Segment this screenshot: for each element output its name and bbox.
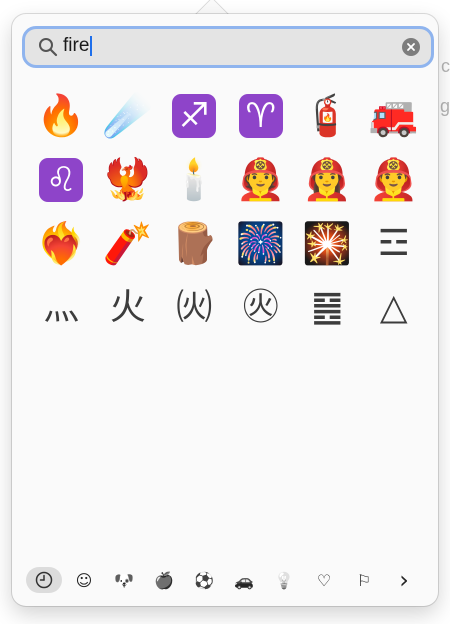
alchemical-fire[interactable]: △ bbox=[361, 276, 428, 340]
fire-emoji[interactable]: 🔥 bbox=[28, 84, 95, 148]
hexagram-fire[interactable]: ䷝ bbox=[294, 276, 361, 340]
dog-icon: 🐶 bbox=[114, 570, 134, 590]
ball-icon: ⚽ bbox=[194, 570, 214, 590]
background-text-g: g bbox=[439, 96, 450, 116]
sagittarius-emoji[interactable]: ♐ bbox=[161, 84, 228, 148]
category-toolbar: ☺ 🐶 🍎 ⚽ 🚗 💡 ♡ ⚐ › bbox=[24, 566, 424, 594]
cjk-fire-glyph: 火 bbox=[109, 287, 146, 328]
wood-emoji[interactable]: 🪵 bbox=[161, 212, 228, 276]
fireworks-emoji-glyph: 🎆 bbox=[235, 221, 286, 267]
results-grid: 🔥 ☄️ ♐ ♈ 🧯 🚒 ♌ 🐦‍🔥 🕯️ 🧑‍🚒 👩‍🚒 👨‍🚒 ❤️‍🔥 🧨 🪵 🎆 🎇 ☲ 灬火㈫㊋䷝ △ bbox=[28, 84, 428, 340]
woman-firefighter-emoji-glyph: 👩‍🚒 bbox=[302, 157, 353, 203]
more-categories-button[interactable]: › bbox=[386, 566, 422, 594]
flag-icon: ⚐ bbox=[356, 570, 372, 590]
alchemical-fire-glyph: △ bbox=[379, 287, 408, 328]
lightbulb-icon: 💡 bbox=[274, 570, 294, 590]
comet-emoji[interactable]: ☄️ bbox=[95, 84, 162, 148]
kangxi-radical-fire[interactable]: 灬 bbox=[28, 276, 95, 340]
sparkler-emoji[interactable]: 🎇 bbox=[294, 212, 361, 276]
firecracker-emoji[interactable]: 🧨 bbox=[95, 212, 162, 276]
parenthesized-fire[interactable]: ㈫ bbox=[161, 276, 228, 340]
man-firefighter-emoji-glyph: 👨‍🚒 bbox=[368, 157, 419, 203]
apple-icon: 🍎 bbox=[154, 570, 174, 590]
fireworks-emoji[interactable]: 🎆 bbox=[228, 212, 295, 276]
cjk-fire[interactable]: 火 bbox=[95, 276, 162, 340]
circled-fire-glyph: ㊋ bbox=[242, 287, 279, 328]
text-caret bbox=[90, 36, 93, 56]
heart-on-fire-emoji[interactable]: ❤️‍🔥 bbox=[28, 212, 95, 276]
hexagram-fire-glyph: ䷝ bbox=[311, 287, 344, 328]
travel-category-tab[interactable]: 🚗 bbox=[226, 567, 262, 593]
sparkler-emoji-glyph: 🎇 bbox=[302, 221, 353, 267]
emoji-picker-popover: fire 🔥 ☄️ ♐ ♈ 🧯 🚒 ♌ 🐦‍🔥 🕯️ 🧑‍🚒 👩‍🚒 👨‍🚒 ❤️‍🔥 🧨 🪵 🎆 🎇 ☲ 灬火㈫㊋… bbox=[12, 14, 438, 606]
fire-engine-emoji-glyph: 🚒 bbox=[368, 93, 419, 139]
leo-emoji-glyph: ♌ bbox=[39, 158, 84, 202]
firecracker-emoji-glyph: 🧨 bbox=[102, 221, 153, 267]
woman-firefighter-emoji[interactable]: 👩‍🚒 bbox=[294, 148, 361, 212]
smiley-icon: ☺ bbox=[75, 570, 93, 590]
parenthesized-fire-glyph: ㈫ bbox=[176, 287, 213, 328]
animals-category-tab[interactable]: 🐶 bbox=[106, 567, 142, 593]
search-input[interactable]: fire bbox=[63, 35, 89, 57]
search-field[interactable]: fire bbox=[25, 29, 431, 65]
candle-emoji-glyph: 🕯️ bbox=[169, 157, 220, 203]
close-icon bbox=[407, 43, 415, 51]
man-firefighter-emoji[interactable]: 👨‍🚒 bbox=[361, 148, 428, 212]
car-icon: 🚗 bbox=[234, 570, 254, 590]
candle-emoji[interactable]: 🕯️ bbox=[161, 148, 228, 212]
phoenix-emoji[interactable]: 🐦‍🔥 bbox=[95, 148, 162, 212]
recent-category-tab[interactable] bbox=[26, 567, 62, 593]
circled-fire[interactable]: ㊋ bbox=[228, 276, 295, 340]
fire-engine-emoji[interactable]: 🚒 bbox=[361, 84, 428, 148]
aries-emoji[interactable]: ♈ bbox=[228, 84, 295, 148]
background-text-c: c bbox=[441, 56, 450, 76]
heart-icon: ♡ bbox=[316, 570, 332, 590]
search-icon bbox=[39, 38, 58, 57]
trigram-for-fire-glyph: ☲ bbox=[377, 223, 410, 264]
flags-category-tab[interactable]: ⚐ bbox=[346, 567, 382, 593]
aries-emoji-glyph: ♈ bbox=[238, 94, 283, 138]
chevron-right-icon: › bbox=[399, 566, 409, 594]
comet-emoji-glyph: ☄️ bbox=[102, 93, 153, 139]
fire-emoji-glyph: 🔥 bbox=[36, 93, 87, 139]
leo-emoji[interactable]: ♌ bbox=[28, 148, 95, 212]
wood-emoji-glyph: 🪵 bbox=[169, 221, 220, 267]
activity-category-tab[interactable]: ⚽ bbox=[186, 567, 222, 593]
smileys-category-tab[interactable]: ☺ bbox=[66, 567, 102, 593]
search-field-focus-ring: fire bbox=[22, 26, 434, 68]
clock-icon bbox=[35, 571, 53, 589]
trigram-for-fire[interactable]: ☲ bbox=[361, 212, 428, 276]
symbols-category-tab[interactable]: ♡ bbox=[306, 567, 342, 593]
kangxi-radical-fire-glyph: 灬 bbox=[43, 287, 80, 328]
firefighter-emoji[interactable]: 🧑‍🚒 bbox=[228, 148, 295, 212]
phoenix-emoji-glyph: 🐦‍🔥 bbox=[102, 157, 153, 203]
clear-search-button[interactable] bbox=[402, 38, 420, 56]
fire-extinguisher-emoji-glyph: 🧯 bbox=[302, 93, 353, 139]
heart-on-fire-emoji-glyph: ❤️‍🔥 bbox=[36, 221, 87, 267]
firefighter-emoji-glyph: 🧑‍🚒 bbox=[235, 157, 286, 203]
sagittarius-emoji-glyph: ♐ bbox=[172, 94, 217, 138]
food-category-tab[interactable]: 🍎 bbox=[146, 567, 182, 593]
objects-category-tab[interactable]: 💡 bbox=[266, 567, 302, 593]
fire-extinguisher-emoji[interactable]: 🧯 bbox=[294, 84, 361, 148]
